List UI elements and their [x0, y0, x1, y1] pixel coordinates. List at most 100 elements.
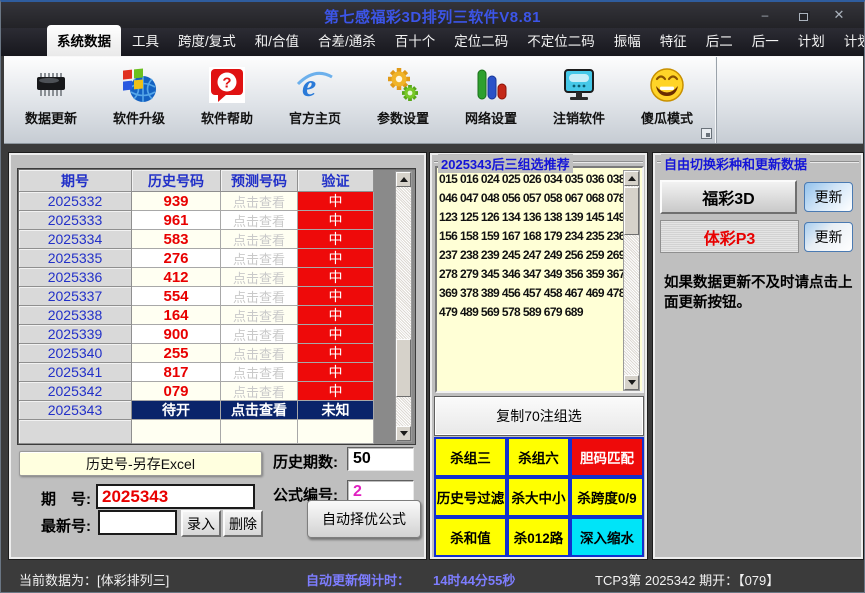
update-button-1[interactable]: 更新 — [804, 182, 853, 212]
kill-button-grid: 杀组三 杀组六 胆码匹配历史号过滤 杀大中小 杀跨度0/9 杀和值 杀012路 深入缩水 — [434, 437, 644, 557]
history-count-label: 历史期数: — [273, 454, 338, 471]
predict-link[interactable]: 点击查看 — [221, 306, 298, 325]
history-table: 期号 历史号码 预测号码 验证 2025332 939 点击查看中 2025333 96… — [17, 168, 416, 445]
tab-9[interactable]: 振幅 — [606, 25, 649, 56]
recommendation-title: 2025343后三组选推荐 — [438, 154, 573, 173]
copy-70-button[interactable]: 复制70注组选 — [434, 396, 644, 436]
verify-cell: 中 — [298, 287, 374, 306]
toolbar-item-label: 数据更新 — [24, 111, 77, 126]
tab-12[interactable]: 后一 — [744, 25, 787, 56]
predict-link[interactable]: 点击查看 — [221, 230, 298, 249]
simple-mode-button[interactable]: 傻瓜模式 — [623, 57, 711, 143]
network-settings-button[interactable]: 网络设置 — [447, 57, 535, 143]
kill-button-4[interactable]: 历史号过滤 — [434, 477, 507, 517]
scroll-down-icon[interactable] — [624, 375, 639, 390]
predict-link[interactable]: 点击查看 — [221, 211, 298, 230]
status-bar: 当前数据为：[体彩排列三] 自动更新倒计时： 14时44分55秒 TCP3第 2… — [1, 559, 864, 592]
official-home-button[interactable]: e 官方主页 — [271, 57, 359, 143]
tab-5[interactable]: 合差/通杀 — [310, 25, 384, 56]
kill-button-5[interactable]: 杀大中小 — [507, 477, 570, 517]
help-bubble-icon: ? — [206, 64, 248, 106]
recommended-numbers-box[interactable]: 015 016 024 025 026 034 035 036 038 046 … — [435, 166, 644, 393]
scroll-up-icon[interactable] — [624, 171, 639, 186]
period-cell: 2025335 — [19, 249, 132, 268]
tab-6[interactable]: 百十个 — [387, 25, 444, 56]
empty-cell — [298, 420, 374, 444]
software-upgrade-button[interactable]: 软件升级 — [95, 57, 183, 143]
update-button-2[interactable]: 更新 — [804, 222, 853, 252]
predict-link[interactable]: 点击查看 — [221, 344, 298, 363]
tab-11[interactable]: 后二 — [698, 25, 741, 56]
scrollbar-thumb[interactable] — [396, 338, 411, 397]
tab-14[interactable]: 计划2 — [836, 25, 864, 56]
parameter-settings-button[interactable]: 参数设置 — [359, 57, 447, 143]
history-table-header: 期号 历史号码 预测号码 验证 — [19, 170, 375, 192]
empty-cell — [132, 420, 221, 444]
tab-10[interactable]: 特征 — [652, 25, 695, 56]
toolbar-group: 数据更新 软件升级 ? 软件帮助 e 官方主页 参数设置 网络设置 注销软件 傻… — [7, 57, 717, 143]
kill-button-6[interactable]: 杀跨度0/9 — [570, 477, 644, 517]
kill-button-9[interactable]: 深入缩水 — [570, 517, 644, 557]
record-button[interactable]: 录入 — [181, 510, 221, 537]
delete-button[interactable]: 删除 — [223, 510, 263, 537]
toolbar-expand-icon[interactable] — [701, 128, 712, 139]
scroll-up-icon[interactable] — [396, 172, 411, 187]
scroll-down-icon[interactable] — [396, 426, 411, 441]
verify-cell: 未知 — [298, 401, 374, 420]
tab-13[interactable]: 计划 — [790, 25, 833, 56]
save-excel-button[interactable]: 历史号-另存Excel — [19, 451, 262, 476]
tab-4[interactable]: 和/合值 — [247, 25, 307, 56]
numbers-scrollbar[interactable] — [623, 170, 640, 391]
window-title: 第七感福彩3D排列三软件V8.81 — [324, 9, 541, 26]
logout-software-button[interactable]: 注销软件 — [535, 57, 623, 143]
column-header-predict: 预测号码 — [221, 170, 298, 192]
predict-link[interactable]: 点击查看 — [221, 268, 298, 287]
kill-button-8[interactable]: 杀012路 — [507, 517, 570, 557]
tab-8[interactable]: 不定位二码 — [519, 25, 603, 56]
restore-button[interactable] — [792, 6, 814, 24]
predict-link[interactable]: 点击查看 — [221, 325, 298, 344]
kill-button-3[interactable]: 胆码匹配 — [570, 437, 644, 477]
predict-link[interactable]: 点击查看 — [221, 192, 298, 211]
column-header-period: 期号 — [19, 170, 132, 192]
auto-formula-button[interactable]: 自动择优公式 — [307, 500, 421, 538]
software-help-button[interactable]: ? 软件帮助 — [183, 57, 271, 143]
latest-number-input[interactable] — [98, 510, 177, 535]
period-cell: 2025333 — [19, 211, 132, 230]
verify-cell: 中 — [298, 192, 374, 211]
table-scrollbar[interactable] — [395, 171, 412, 442]
column-header-verify: 验证 — [298, 170, 374, 192]
tab-2[interactable]: 工具 — [124, 25, 167, 56]
predict-link[interactable]: 点击查看 — [221, 382, 298, 401]
predict-link[interactable]: 点击查看 — [221, 401, 298, 420]
upgrade-globe-icon — [118, 64, 160, 106]
column-header-number: 历史号码 — [132, 170, 221, 192]
kill-button-1[interactable]: 杀组三 — [434, 437, 507, 477]
fucai-3d-button[interactable]: 福彩3D — [660, 180, 797, 214]
kill-button-2[interactable]: 杀组六 — [507, 437, 570, 477]
table-row: 2025334 583 点击查看中 — [19, 230, 375, 249]
number-cell: 164 — [132, 306, 221, 325]
scrollbar-thumb[interactable] — [624, 187, 639, 235]
tab-7[interactable]: 定位二码 — [446, 25, 516, 56]
ticai-p3-button[interactable]: 体彩P3 — [660, 220, 799, 253]
number-cell: 961 — [132, 211, 221, 230]
predict-link[interactable]: 点击查看 — [221, 249, 298, 268]
toolbar-item-label: 注销软件 — [552, 111, 605, 126]
period-input[interactable]: 2025343 — [96, 484, 255, 509]
tab-3[interactable]: 跨度/复式 — [170, 25, 244, 56]
predict-link[interactable]: 点击查看 — [221, 287, 298, 306]
table-row: 2025341 817 点击查看中 — [19, 363, 375, 382]
kill-button-7[interactable]: 杀和值 — [434, 517, 507, 557]
table-row: 2025332 939 点击查看中 — [19, 192, 375, 211]
verify-cell: 中 — [298, 268, 374, 287]
minimize-button[interactable]: – — [754, 6, 776, 24]
table-row: 2025337 554 点击查看中 — [19, 287, 375, 306]
ie-home-icon: e — [294, 64, 336, 106]
close-button[interactable]: ✕ — [828, 6, 850, 24]
table-row-empty — [19, 420, 375, 444]
tab-1[interactable]: 系统数据 — [47, 25, 121, 56]
predict-link[interactable]: 点击查看 — [221, 363, 298, 382]
data-update-button[interactable]: 数据更新 — [7, 57, 95, 143]
history-count-input[interactable]: 50 — [347, 447, 414, 471]
